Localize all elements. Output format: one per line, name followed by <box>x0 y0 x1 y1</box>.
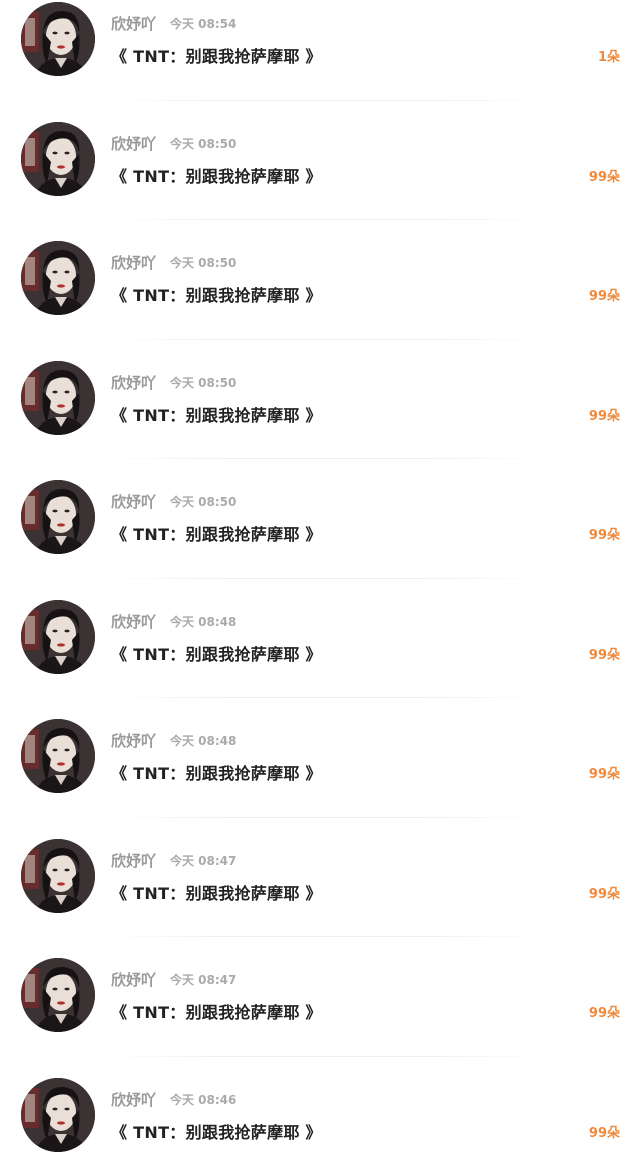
timestamp: 今天 08:48 <box>170 614 237 629</box>
timestamp: 今天 08:48 <box>170 734 237 748</box>
item-title: 《 TNT：别跟我抢萨摩耶 》 <box>111 883 322 903</box>
list-item[interactable]: 欣妤吖 今天 08:48 《 TNT：别跟我抢萨摩耶 》 99朵 <box>0 599 640 719</box>
timestamp: 今天 08:50 <box>170 256 237 270</box>
list-item[interactable]: 欣妤吖 今天 08:50 《 TNT：别跟我抢萨摩耶 》 99朵 <box>0 240 640 360</box>
list-item[interactable]: 欣妤吖 今天 08:50 《 TNT：别跟我抢萨摩耶 》 99朵 <box>0 121 640 241</box>
item-title: 《 TNT：别跟我抢萨摩耶 》 <box>111 525 322 544</box>
username[interactable]: 欣妤吖 <box>111 611 156 632</box>
timestamp: 今天 08:46 <box>170 1092 237 1107</box>
divider <box>100 99 550 101</box>
avatar-image <box>21 2 95 76</box>
divider <box>100 458 550 459</box>
avatar[interactable] <box>21 599 95 674</box>
timestamp: 今天 08:50 <box>170 495 237 509</box>
username[interactable]: 欣妤吖 <box>111 372 156 393</box>
item-title: 《 TNT：别跟我抢萨摩耶 》 <box>111 1003 322 1022</box>
timestamp: 今天 08:47 <box>170 973 237 987</box>
avatar-image <box>21 1077 95 1152</box>
list-item[interactable]: 欣妤吖 今天 08:47 《 TNT：别跟我抢萨摩耶 》 99朵 <box>0 838 640 958</box>
gift-count: 99朵 <box>588 886 620 902</box>
username[interactable]: 欣妤吖 <box>111 969 156 990</box>
username[interactable]: 欣妤吖 <box>111 252 156 273</box>
divider <box>100 577 550 579</box>
item-title: 《 TNT：别跟我抢萨摩耶 》 <box>111 166 322 186</box>
gift-record-list: 欣妤吖 今天 08:54 《 TNT：别跟我抢萨摩耶 》 1朵 欣妤吖 今天 0 <box>0 0 640 1158</box>
item-title: 《 TNT：别跟我抢萨摩耶 》 <box>111 644 322 664</box>
avatar-image <box>21 958 95 1032</box>
avatar[interactable] <box>21 241 95 315</box>
avatar[interactable] <box>21 121 95 196</box>
timestamp: 今天 08:50 <box>170 136 237 151</box>
gift-count: 99朵 <box>588 1125 620 1141</box>
item-title: 《 TNT：别跟我抢萨摩耶 》 <box>111 47 322 66</box>
username[interactable]: 欣妤吖 <box>111 13 156 34</box>
divider <box>100 219 550 220</box>
list-item[interactable]: 欣妤吖 今天 08:47 《 TNT：别跟我抢萨摩耶 》 99朵 <box>0 957 640 1077</box>
username[interactable]: 欣妤吖 <box>111 133 156 154</box>
list-item[interactable]: 欣妤吖 今天 08:46 《 TNT：别跟我抢萨摩耶 》 99朵 <box>0 1077 640 1158</box>
gift-count: 99朵 <box>588 169 620 185</box>
timestamp: 今天 08:47 <box>170 853 237 868</box>
avatar-image <box>21 599 95 674</box>
item-title: 《 TNT：别跟我抢萨摩耶 》 <box>111 286 322 305</box>
username[interactable]: 欣妤吖 <box>111 1089 156 1110</box>
username[interactable]: 欣妤吖 <box>111 850 156 871</box>
gift-count: 99朵 <box>588 647 620 663</box>
avatar[interactable] <box>21 360 95 435</box>
gift-count: 99朵 <box>588 528 620 543</box>
avatar-image <box>21 719 95 793</box>
avatar-image <box>21 121 95 196</box>
divider <box>100 338 550 340</box>
gift-count: 99朵 <box>588 289 620 304</box>
avatar[interactable] <box>21 2 95 76</box>
avatar[interactable] <box>21 719 95 793</box>
list-item[interactable]: 欣妤吖 今天 08:50 《 TNT：别跟我抢萨摩耶 》 99朵 <box>0 360 640 480</box>
item-title: 《 TNT：别跟我抢萨摩耶 》 <box>111 1122 322 1142</box>
avatar-image <box>21 241 95 315</box>
timestamp: 今天 08:54 <box>170 17 237 31</box>
divider <box>100 816 550 818</box>
item-title: 《 TNT：别跟我抢萨摩耶 》 <box>111 405 322 425</box>
gift-count: 1朵 <box>597 50 620 65</box>
item-title: 《 TNT：别跟我抢萨摩耶 》 <box>111 764 322 783</box>
gift-count: 99朵 <box>588 767 620 782</box>
avatar-image <box>21 360 95 435</box>
gift-count: 99朵 <box>588 1006 620 1021</box>
list-item[interactable]: 欣妤吖 今天 08:50 《 TNT：别跟我抢萨摩耶 》 99朵 <box>0 479 640 599</box>
divider <box>100 1055 550 1057</box>
avatar-image <box>21 480 95 554</box>
divider <box>100 697 550 698</box>
username[interactable]: 欣妤吖 <box>111 730 156 751</box>
divider <box>100 936 550 937</box>
avatar[interactable] <box>21 480 95 554</box>
avatar-image <box>21 838 95 913</box>
list-item[interactable]: 欣妤吖 今天 08:54 《 TNT：别跟我抢萨摩耶 》 1朵 <box>0 1 640 121</box>
timestamp: 今天 08:50 <box>170 375 237 390</box>
list-item[interactable]: 欣妤吖 今天 08:48 《 TNT：别跟我抢萨摩耶 》 99朵 <box>0 718 640 838</box>
username[interactable]: 欣妤吖 <box>111 491 156 512</box>
gift-count: 99朵 <box>588 408 620 424</box>
avatar[interactable] <box>21 1077 95 1152</box>
avatar[interactable] <box>21 838 95 913</box>
avatar[interactable] <box>21 958 95 1032</box>
